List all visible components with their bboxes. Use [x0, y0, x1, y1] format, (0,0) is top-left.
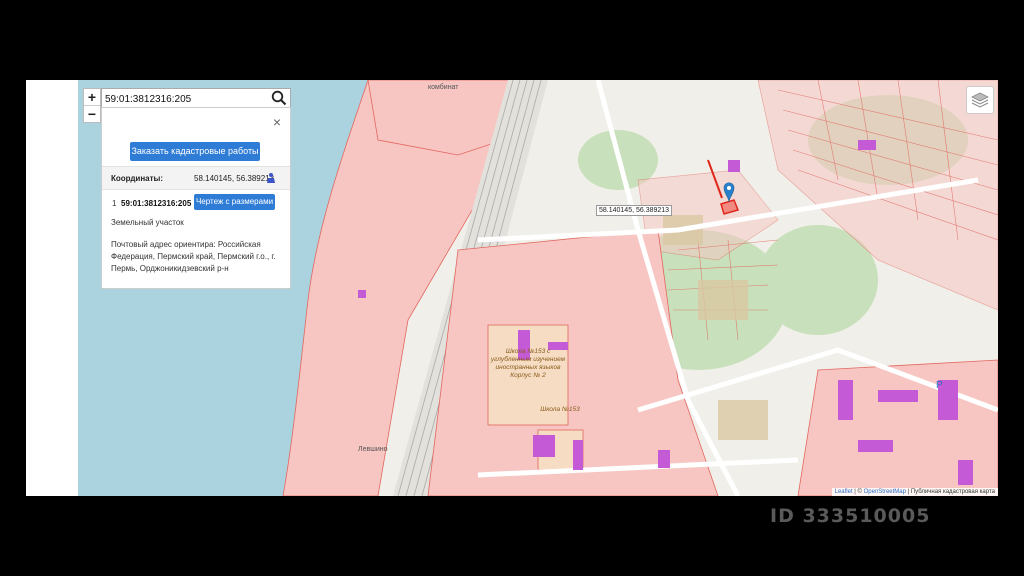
watermark-id: ID 333510005 [770, 505, 931, 527]
app-screen: комбинат Школа №153 с углубленным изучен… [26, 80, 998, 496]
zoom-out-button[interactable]: − [84, 105, 100, 122]
cadastral-number[interactable]: 59:01:3812316:205 [121, 199, 191, 208]
osm-link[interactable]: OpenStreetMap [864, 489, 906, 495]
pkk-text: | Публичная кадастровая карта [905, 489, 995, 495]
map-label-parking: P [936, 380, 943, 391]
close-icon[interactable]: × [273, 115, 281, 129]
map-label-school: Школа №153 с углубленным изучением иност… [490, 348, 566, 379]
person-location-icon[interactable] [265, 172, 277, 184]
map-label-top: комбинат [428, 84, 459, 91]
leaflet-link[interactable]: Leaflet [835, 489, 853, 495]
attribution-sep: | © [852, 489, 864, 495]
map-label-levshino: Левшино [358, 446, 388, 453]
parcel-info-panel: × Заказать кадастровые работы Координаты… [101, 107, 291, 289]
order-cadastral-works-button[interactable]: Заказать кадастровые работы [130, 142, 260, 161]
coordinates-label: Координаты: [111, 174, 164, 183]
search-box [101, 88, 291, 109]
postal-address: Почтовый адрес ориентира: Российская Фед… [111, 240, 276, 273]
object-type: Земельный участок [111, 218, 184, 227]
drawing-with-dimensions-button[interactable]: Чертеж с размерами [194, 194, 275, 210]
zoom-control: + − [83, 88, 101, 123]
layers-icon [971, 92, 989, 108]
coord-tooltip: 58.140145, 56.389213 [596, 205, 673, 216]
result-index: 1 [112, 199, 117, 208]
map-attribution: Leaflet | © OpenStreetMap | Публичная ка… [831, 488, 998, 496]
map-label-school-small: Школа №153 [540, 406, 580, 413]
coordinates-value: 58.140145, 56.389213 [194, 174, 275, 183]
cadastre-search-input[interactable] [102, 90, 268, 109]
zoom-in-button[interactable]: + [84, 89, 100, 105]
layers-button[interactable] [966, 86, 994, 114]
coordinates-row: Координаты: 58.140145, 56.389213 [102, 166, 290, 190]
search-icon[interactable] [271, 90, 287, 106]
